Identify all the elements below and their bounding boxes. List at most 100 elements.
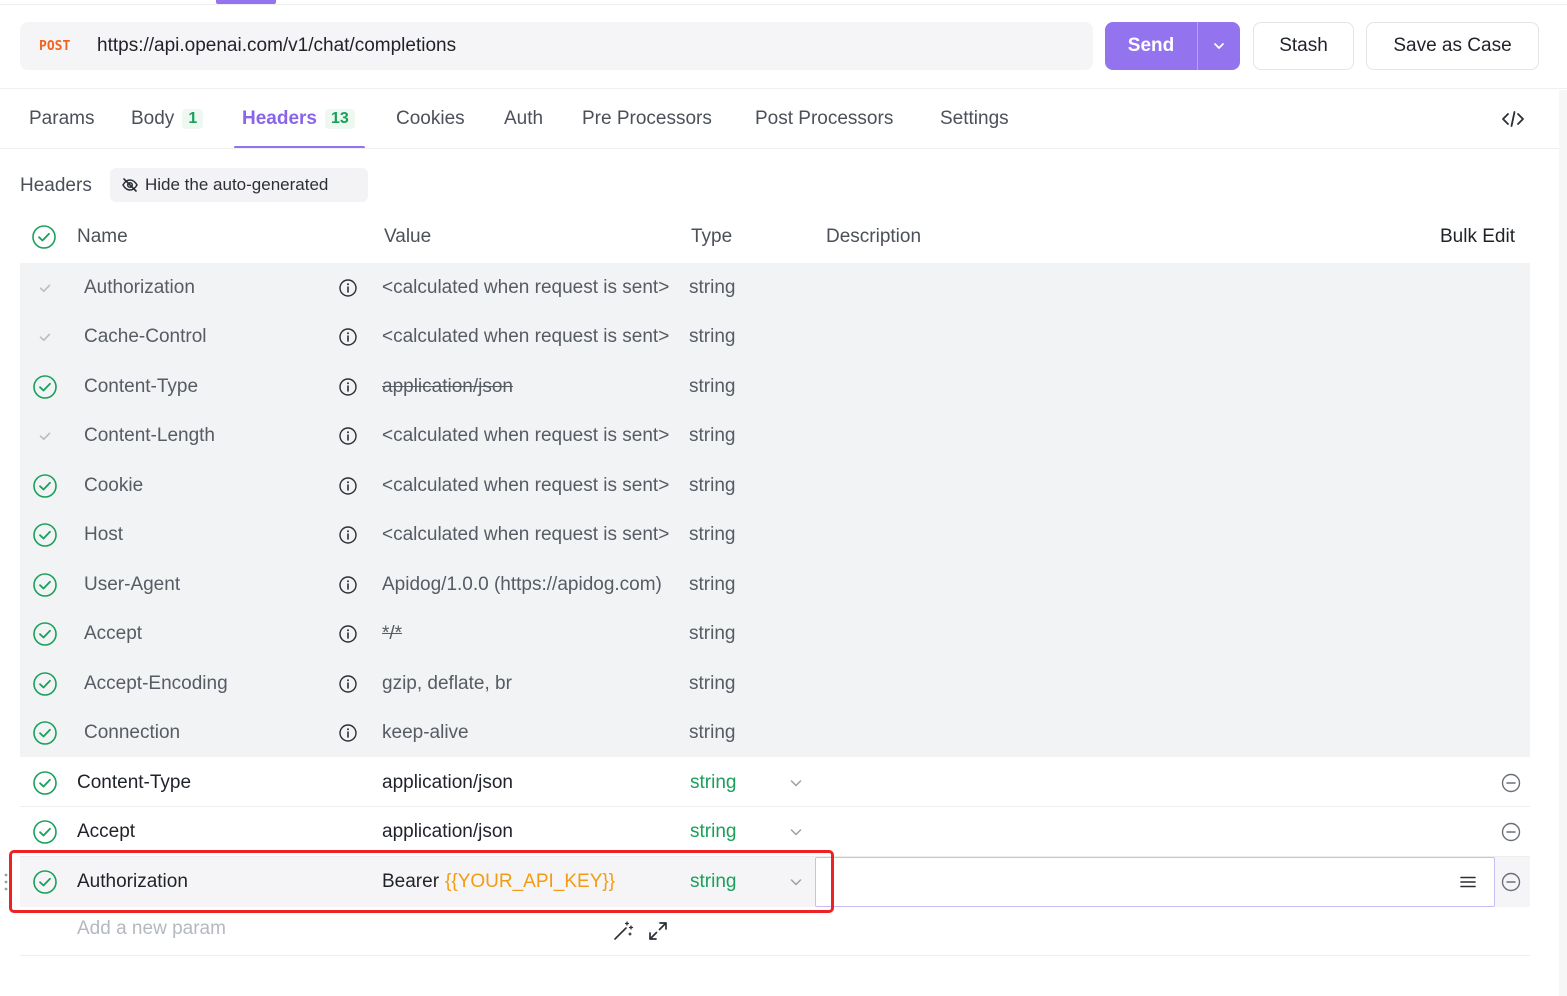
- row-enable-checkbox[interactable]: [32, 610, 58, 660]
- tab-auth[interactable]: Auth: [504, 89, 543, 149]
- table-row: Content-Type application/json string: [20, 758, 1530, 808]
- row-enable-checkbox[interactable]: [32, 807, 58, 857]
- row-enable-checkbox[interactable]: [32, 263, 58, 313]
- tab-headers[interactable]: Headers 13: [234, 89, 365, 149]
- send-button[interactable]: Send: [1105, 22, 1198, 70]
- info-icon[interactable]: [338, 624, 358, 644]
- tab-label: Cookies: [396, 108, 465, 129]
- header-value-input[interactable]: Bearer {{YOUR_API_KEY}}: [382, 857, 682, 907]
- header-value-input[interactable]: application/json: [382, 758, 682, 808]
- row-enable-checkbox[interactable]: [32, 758, 58, 808]
- tab-label: Post Processors: [755, 108, 894, 129]
- row-enable-checkbox[interactable]: [32, 560, 58, 610]
- expand-icon[interactable]: [647, 920, 669, 942]
- row-enable-checkbox[interactable]: [32, 412, 58, 462]
- header-value-input[interactable]: application/json: [382, 807, 682, 857]
- row-enable-checkbox[interactable]: [32, 857, 58, 907]
- tab-body[interactable]: Body 1: [131, 89, 204, 149]
- info-icon[interactable]: [338, 674, 358, 694]
- row-enable-checkbox[interactable]: [32, 461, 58, 511]
- row-enable-checkbox[interactable]: [32, 362, 58, 412]
- info-button[interactable]: [338, 709, 360, 759]
- column-header-value: Value: [384, 226, 432, 247]
- top-divider: [0, 4, 1567, 5]
- info-button[interactable]: [338, 610, 360, 660]
- menu-icon[interactable]: [1458, 872, 1478, 892]
- remove-row-button[interactable]: [1500, 807, 1524, 857]
- magic-wand-icon[interactable]: [612, 920, 634, 942]
- send-options-dropdown[interactable]: [1198, 22, 1240, 70]
- header-type: string: [689, 375, 736, 397]
- info-button[interactable]: [338, 412, 360, 462]
- row-enable-checkbox[interactable]: [32, 659, 58, 709]
- header-value-text: <calculated when request is sent>: [382, 524, 670, 546]
- tab-params[interactable]: Params: [29, 89, 94, 149]
- drag-handle-icon[interactable]: [3, 872, 9, 892]
- check-circle-icon: [33, 473, 57, 498]
- header-value: <calculated when request is sent>: [382, 511, 682, 561]
- url-input[interactable]: https://api.openai.com/v1/chat/completio…: [97, 35, 456, 57]
- tab-label: Params: [29, 108, 95, 129]
- table-row: Content-Type application/json string: [20, 362, 1530, 412]
- vertical-scrollbar[interactable]: [1559, 90, 1567, 996]
- check-circle-icon: [33, 820, 57, 844]
- header-name-input[interactable]: Content-Type: [77, 758, 337, 808]
- header-name-input[interactable]: Accept: [77, 807, 337, 857]
- info-button[interactable]: [338, 659, 360, 709]
- row-enable-checkbox[interactable]: [32, 511, 58, 561]
- url-bar[interactable]: POST https://api.openai.com/v1/chat/comp…: [20, 22, 1093, 70]
- type-select[interactable]: string: [690, 807, 760, 857]
- info-icon[interactable]: [338, 525, 358, 545]
- header-value-text: application/json: [382, 772, 513, 793]
- add-param-input[interactable]: Add a new param: [77, 918, 226, 940]
- info-icon[interactable]: [338, 327, 358, 347]
- hide-auto-generated-button[interactable]: Hide the auto-generated: [110, 168, 368, 202]
- row-enable-checkbox[interactable]: [32, 709, 58, 759]
- tab-cookies[interactable]: Cookies: [396, 89, 465, 149]
- tab-count-badge: 1: [182, 109, 204, 129]
- method-selector[interactable]: POST: [39, 39, 97, 54]
- info-button[interactable]: [338, 560, 360, 610]
- check-circle-icon: [33, 870, 57, 894]
- info-icon[interactable]: [338, 278, 358, 298]
- header-name-input[interactable]: Authorization: [77, 857, 337, 907]
- code-icon[interactable]: [1500, 106, 1526, 132]
- header-name: Content-Type: [84, 375, 199, 397]
- type-select[interactable]: string: [690, 758, 760, 808]
- tab-settings[interactable]: Settings: [940, 89, 1009, 149]
- header-name: Accept-Encoding: [84, 672, 228, 694]
- stash-button[interactable]: Stash: [1253, 22, 1354, 70]
- header-value: <calculated when request is sent>: [382, 263, 682, 313]
- info-button[interactable]: [338, 461, 360, 511]
- tab-label: Headers: [242, 108, 317, 129]
- header-value-text: gzip, deflate, br: [382, 672, 512, 694]
- table-row: Accept application/json string: [20, 807, 1530, 857]
- select-all-checkbox[interactable]: [31, 212, 57, 262]
- header-name: Cookie: [84, 474, 144, 496]
- description-input[interactable]: [815, 857, 1495, 907]
- remove-row-button[interactable]: [1500, 857, 1524, 907]
- save-as-case-button[interactable]: Save as Case: [1366, 22, 1539, 70]
- hide-auto-generated-label: Hide the auto-generated: [145, 175, 329, 194]
- type-dropdown[interactable]: [788, 758, 808, 808]
- info-button[interactable]: [338, 313, 360, 363]
- info-icon[interactable]: [338, 575, 358, 595]
- type-dropdown[interactable]: [788, 857, 808, 907]
- info-icon[interactable]: [338, 723, 358, 743]
- row-enable-checkbox[interactable]: [32, 313, 58, 363]
- tab-post-processors[interactable]: Post Processors: [755, 89, 893, 149]
- type-select[interactable]: string: [690, 857, 760, 907]
- check-circle-icon: [33, 523, 57, 548]
- info-icon[interactable]: [338, 426, 358, 446]
- info-button[interactable]: [338, 362, 360, 412]
- info-icon[interactable]: [338, 377, 358, 397]
- tab-pre-processors[interactable]: Pre Processors: [582, 89, 712, 149]
- type-dropdown[interactable]: [788, 807, 808, 857]
- bulk-edit-button[interactable]: Bulk Edit: [1440, 212, 1515, 262]
- info-icon[interactable]: [338, 476, 358, 496]
- header-value: gzip, deflate, br: [382, 659, 682, 709]
- info-button[interactable]: [338, 511, 360, 561]
- header-type: string: [689, 524, 736, 546]
- info-button[interactable]: [338, 263, 360, 313]
- remove-row-button[interactable]: [1500, 758, 1524, 808]
